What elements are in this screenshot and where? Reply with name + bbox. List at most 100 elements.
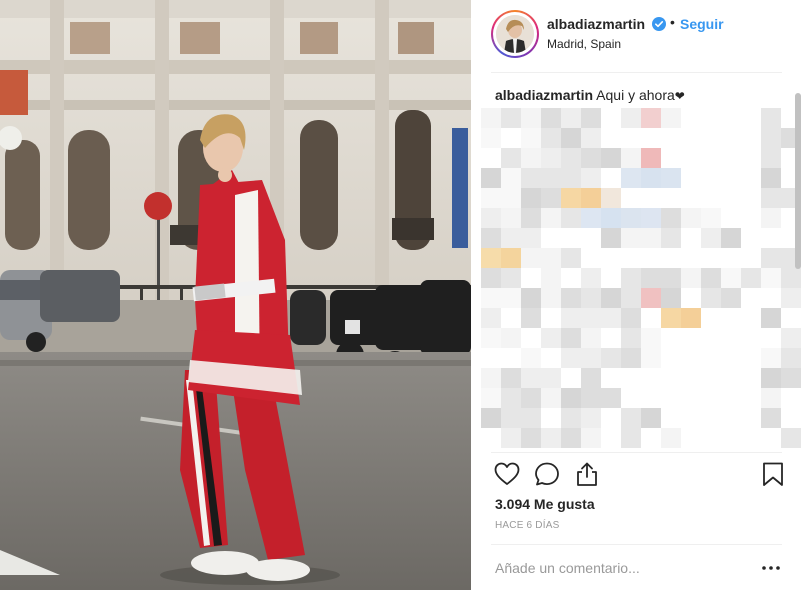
avatar[interactable]	[491, 10, 539, 58]
mosaic-cell	[581, 148, 601, 168]
mosaic-cell	[661, 168, 681, 188]
mosaic-cell	[761, 248, 781, 268]
mosaic-cell	[561, 348, 581, 368]
mosaic-cell	[521, 228, 541, 248]
mosaic-cell	[641, 148, 661, 168]
mosaic-cell	[581, 188, 601, 208]
mosaic-cell	[761, 348, 781, 368]
heart-icon[interactable]	[493, 460, 521, 488]
mosaic-cell	[501, 408, 521, 428]
mosaic-cell	[581, 308, 601, 328]
mosaic-cell	[661, 208, 681, 228]
mosaic-cell	[541, 168, 561, 188]
post-author-username[interactable]: albadiazmartin	[547, 16, 645, 32]
mosaic-cell	[601, 148, 621, 168]
mosaic-cell	[721, 288, 741, 308]
pixelated-comments-mosaic	[481, 108, 801, 448]
mosaic-cell	[581, 428, 601, 448]
mosaic-cell	[761, 368, 781, 388]
mosaic-cell	[521, 348, 541, 368]
mosaic-cell	[601, 388, 621, 408]
comments-section[interactable]: albadiazmartin Aqui y ahora❤	[471, 73, 802, 453]
mosaic-cell	[761, 148, 781, 168]
likes-count[interactable]: 3.094 Me gusta	[495, 496, 595, 512]
mosaic-cell	[521, 188, 541, 208]
mosaic-cell	[681, 268, 701, 288]
mosaic-cell	[561, 108, 581, 128]
mosaic-cell	[501, 168, 521, 188]
mosaic-cell	[501, 248, 521, 268]
mosaic-cell	[721, 228, 741, 248]
mosaic-cell	[481, 308, 501, 328]
share-icon[interactable]	[573, 460, 601, 488]
mosaic-cell	[621, 208, 641, 228]
mosaic-cell	[601, 208, 621, 228]
post-side-panel: albadiazmartin • Seguir Madrid, Spain al…	[471, 0, 802, 590]
mosaic-cell	[481, 228, 501, 248]
mosaic-cell	[481, 268, 501, 288]
post-location[interactable]: Madrid, Spain	[547, 37, 621, 51]
mosaic-cell	[541, 248, 561, 268]
mosaic-cell	[621, 288, 641, 308]
mosaic-cell	[521, 208, 541, 228]
mosaic-cell	[481, 108, 501, 128]
comments-scrollbar[interactable]	[794, 73, 802, 453]
caption-username[interactable]: albadiazmartin	[495, 87, 593, 103]
mosaic-cell	[601, 348, 621, 368]
follow-button[interactable]: Seguir	[680, 16, 724, 32]
mosaic-cell	[661, 108, 681, 128]
mosaic-cell	[581, 128, 601, 148]
mosaic-cell	[641, 268, 661, 288]
mosaic-cell	[761, 188, 781, 208]
mosaic-cell	[641, 208, 661, 228]
post-actions-bar	[471, 458, 802, 490]
mosaic-cell	[601, 228, 621, 248]
mosaic-cell	[761, 388, 781, 408]
mosaic-cell	[541, 288, 561, 308]
mosaic-cell	[661, 428, 681, 448]
mosaic-cell	[501, 368, 521, 388]
divider	[491, 544, 782, 545]
mosaic-cell	[521, 168, 541, 188]
mosaic-cell	[621, 108, 641, 128]
comment-icon[interactable]	[533, 460, 561, 488]
mosaic-cell	[521, 128, 541, 148]
avatar-image	[496, 15, 534, 53]
bookmark-icon[interactable]	[759, 460, 787, 488]
mosaic-cell	[561, 408, 581, 428]
mosaic-cell	[481, 188, 501, 208]
mosaic-cell	[661, 288, 681, 308]
mosaic-cell	[521, 428, 541, 448]
mosaic-cell	[521, 308, 541, 328]
mosaic-cell	[561, 248, 581, 268]
caption-text: Aqui y ahora	[596, 87, 675, 103]
mosaic-cell	[641, 168, 661, 188]
mosaic-cell	[661, 268, 681, 288]
mosaic-cell	[641, 328, 661, 348]
mosaic-cell	[621, 148, 641, 168]
mosaic-cell	[741, 268, 761, 288]
mosaic-cell	[521, 408, 541, 428]
mosaic-cell	[601, 288, 621, 308]
add-comment-input[interactable]	[495, 558, 745, 578]
mosaic-cell	[561, 388, 581, 408]
mosaic-cell	[701, 268, 721, 288]
scrollbar-thumb[interactable]	[795, 93, 801, 269]
mosaic-cell	[661, 308, 681, 328]
mosaic-cell	[621, 348, 641, 368]
post-header: albadiazmartin • Seguir Madrid, Spain	[471, 0, 802, 72]
mosaic-cell	[561, 308, 581, 328]
separator-dot: •	[670, 14, 675, 30]
more-options-icon[interactable]	[761, 560, 781, 576]
post-caption: albadiazmartin Aqui y ahora❤	[495, 87, 685, 103]
mosaic-cell	[581, 388, 601, 408]
mosaic-cell	[701, 208, 721, 228]
mosaic-cell	[601, 188, 621, 208]
post-timestamp[interactable]: HACE 6 DÍAS	[495, 520, 559, 531]
street-fashion-image	[0, 0, 471, 590]
post-photo[interactable]	[0, 0, 471, 590]
mosaic-cell	[701, 228, 721, 248]
mosaic-cell	[581, 168, 601, 188]
mosaic-cell	[761, 208, 781, 228]
mosaic-cell	[481, 408, 501, 428]
